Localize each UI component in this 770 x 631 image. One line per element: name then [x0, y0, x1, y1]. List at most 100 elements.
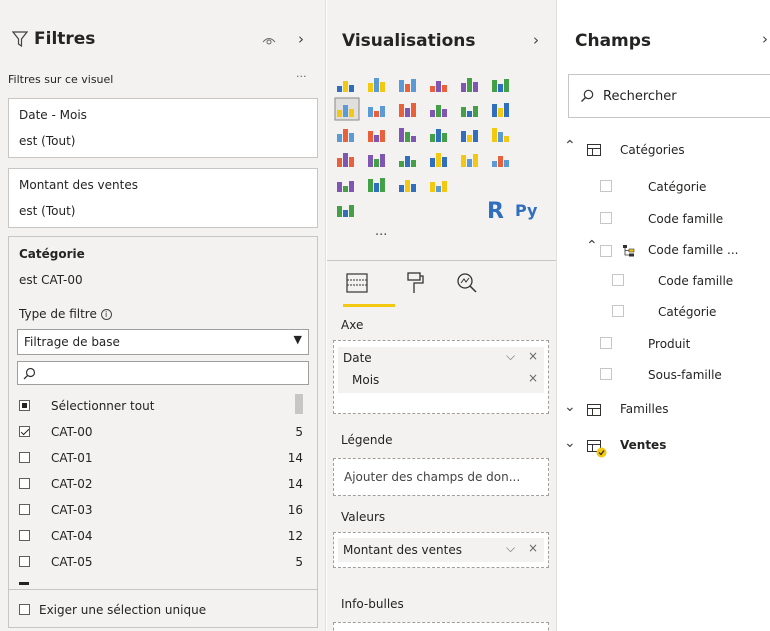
- chevron-up-icon[interactable]: ⌃: [564, 138, 576, 154]
- field-hier-code-famille[interactable]: Code famille: [658, 274, 733, 288]
- hierarchy-code-famille[interactable]: ⌃ Code famille ...: [558, 238, 770, 262]
- collapse-filters-chevron-icon[interactable]: ›: [298, 30, 304, 48]
- arcgis-map-visual-icon[interactable]: [337, 205, 354, 217]
- chevron-down-icon[interactable]: ⌵: [506, 541, 515, 556]
- field-produit[interactable]: Produit: [648, 337, 690, 351]
- field-code-famille[interactable]: Code famille: [648, 212, 723, 226]
- matrix-visual-icon[interactable]: [430, 181, 447, 192]
- list-item[interactable]: CAT-05 5: [17, 551, 303, 573]
- axis-well[interactable]: Date ⌵ × Mois ×: [333, 340, 549, 414]
- line-column-visual-icon[interactable]: [430, 105, 447, 117]
- fields-tab-icon[interactable]: [345, 272, 369, 294]
- scatter-visual-icon[interactable]: [368, 130, 385, 142]
- chevron-up-icon[interactable]: ⌃: [586, 238, 598, 254]
- select-all-checkbox[interactable]: [19, 400, 30, 411]
- funnel-visual-icon[interactable]: [399, 156, 416, 167]
- list-item[interactable]: CAT-04 12: [17, 525, 303, 547]
- single-select-label: Exiger une sélection unique: [39, 603, 207, 617]
- field-checkbox[interactable]: [600, 368, 612, 380]
- table-familles[interactable]: ⌄ Familles: [558, 398, 770, 422]
- clustered-column-visual-icon[interactable]: [430, 81, 447, 92]
- filter-card-montant[interactable]: Montant des ventes est (Tout): [8, 168, 318, 228]
- stacked-bar-visual-icon[interactable]: [337, 81, 354, 92]
- item-checkbox[interactable]: [19, 426, 30, 437]
- table-categories[interactable]: ⌃ Catégories: [558, 138, 770, 162]
- single-select-checkbox[interactable]: [19, 604, 30, 615]
- item-checkbox[interactable]: [19, 530, 30, 541]
- collapse-fields-chevron-icon[interactable]: ›: [762, 30, 768, 48]
- item-checkbox[interactable]: [19, 504, 30, 515]
- filter-search-input[interactable]: [17, 361, 309, 385]
- filter-card-date-mois[interactable]: Date - Mois est (Tout): [8, 98, 318, 158]
- analytics-magnifier-icon[interactable]: [455, 271, 479, 295]
- kpi-visual-icon[interactable]: [337, 181, 354, 192]
- visual-type-gallery[interactable]: [327, 0, 557, 260]
- stacked-bar-100-visual-icon[interactable]: [399, 79, 416, 92]
- multi-row-card-visual-icon[interactable]: [492, 156, 509, 167]
- clustered-bar-visual-icon[interactable]: [368, 78, 385, 92]
- field-checkbox[interactable]: [612, 305, 624, 317]
- item-checkbox[interactable]: [19, 478, 30, 489]
- donut-visual-icon[interactable]: [430, 129, 447, 142]
- single-select-row[interactable]: Exiger une sélection unique: [17, 599, 303, 621]
- line-clustered-visual-icon[interactable]: [461, 106, 478, 117]
- item-checkbox[interactable]: [19, 556, 30, 567]
- chevron-down-icon[interactable]: ⌄: [564, 435, 576, 451]
- line-visual-icon[interactable]: [334, 97, 360, 121]
- r-visual-icon[interactable]: R: [487, 199, 504, 224]
- remove-field-close-icon[interactable]: ×: [528, 371, 538, 385]
- more-options-icon[interactable]: ···: [296, 70, 307, 83]
- slicer-visual-icon[interactable]: [368, 178, 385, 192]
- area-visual-icon[interactable]: [368, 106, 385, 117]
- values-well[interactable]: Montant des ventes ⌵ ×: [333, 532, 549, 568]
- field-checkbox[interactable]: [600, 337, 612, 349]
- field-checkbox[interactable]: [600, 212, 612, 224]
- fields-search-input[interactable]: Rechercher: [568, 74, 770, 118]
- field-checkbox[interactable]: [612, 274, 624, 286]
- select-all-row[interactable]: Sélectionner tout: [17, 395, 303, 417]
- item-checkbox[interactable]: [19, 452, 30, 463]
- chevron-down-icon[interactable]: ⌄: [564, 399, 576, 415]
- eye-icon[interactable]: [262, 36, 276, 46]
- filter-type-value: Filtrage de base: [24, 335, 120, 349]
- axis-field-chip[interactable]: Date ⌵ × Mois ×: [338, 347, 544, 393]
- field-checkbox[interactable]: [600, 245, 612, 257]
- stacked-area-visual-icon[interactable]: [399, 103, 416, 117]
- format-paint-roller-icon[interactable]: [405, 271, 425, 295]
- list-item[interactable]: CAT-03 16: [17, 499, 303, 521]
- field-categorie[interactable]: Catégorie: [648, 180, 706, 194]
- filter-card-name: Date - Mois: [19, 108, 87, 122]
- table-ventes[interactable]: ⌄ Ventes: [558, 434, 770, 460]
- chevron-down-icon[interactable]: ⌵: [506, 349, 515, 364]
- filled-map-visual-icon[interactable]: [337, 153, 354, 167]
- field-sous-famille[interactable]: Sous-famille: [648, 368, 722, 382]
- map-visual-icon[interactable]: [492, 128, 509, 142]
- list-item[interactable]: CAT-01 14: [17, 447, 303, 469]
- more-visuals-icon[interactable]: ···: [375, 228, 387, 243]
- shape-map-visual-icon[interactable]: [368, 154, 385, 167]
- axis-well-label: Axe: [341, 318, 364, 332]
- stacked-column-visual-icon[interactable]: [461, 78, 478, 92]
- field-hier-categorie[interactable]: Catégorie: [658, 305, 716, 319]
- filter-card-state: est (Tout): [19, 134, 76, 148]
- waterfall-visual-icon[interactable]: [337, 129, 354, 142]
- legend-well[interactable]: Ajouter des champs de don...: [333, 458, 549, 496]
- treemap-visual-icon[interactable]: [461, 130, 478, 142]
- table-visual-icon[interactable]: [399, 180, 416, 192]
- python-visual-icon[interactable]: Py: [515, 201, 537, 220]
- remove-field-close-icon[interactable]: ×: [528, 541, 538, 555]
- list-item[interactable]: CAT-00 5: [17, 421, 303, 443]
- tooltips-well[interactable]: [333, 622, 549, 631]
- gauge-visual-icon[interactable]: [430, 153, 447, 167]
- pie-visual-icon[interactable]: [399, 128, 416, 142]
- info-icon[interactable]: i: [100, 309, 112, 320]
- list-item[interactable]: CAT-02 14: [17, 473, 303, 495]
- remove-field-close-icon[interactable]: ×: [528, 349, 538, 363]
- field-checkbox[interactable]: [600, 180, 612, 192]
- filter-type-dropdown[interactable]: Filtrage de base ▼: [17, 329, 309, 355]
- list-scrollbar[interactable]: [295, 394, 303, 414]
- card-visual-icon[interactable]: [461, 154, 478, 167]
- ribbon-visual-icon[interactable]: [492, 103, 509, 117]
- values-field-chip[interactable]: Montant des ventes ⌵ ×: [338, 538, 544, 562]
- stacked-column-100-visual-icon[interactable]: [492, 79, 509, 92]
